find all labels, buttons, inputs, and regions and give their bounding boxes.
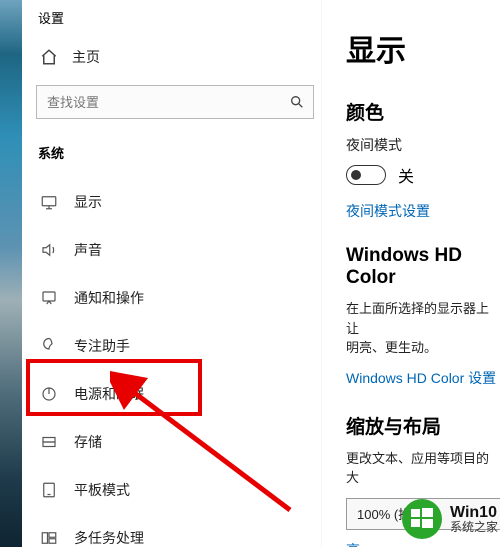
section-label-system: 系统	[30, 133, 321, 178]
search-input-container[interactable]	[36, 85, 314, 119]
sidebar-item-label: 通知和操作	[74, 288, 313, 308]
content-pane: 显示 颜色 夜间模式 关 夜间模式设置 Windows HD Color 在上面…	[322, 0, 500, 547]
night-mode-label: 夜间模式	[346, 135, 500, 155]
sidebar-item-sound[interactable]: 声音	[30, 226, 321, 274]
sidebar-item-display[interactable]: 显示	[30, 178, 321, 226]
sidebar-item-label: 专注助手	[74, 336, 313, 356]
watermark: Win10 系统之家	[400, 497, 498, 541]
page-title: 显示	[346, 26, 500, 70]
sidebar-item-multitasking[interactable]: 多任务处理	[30, 514, 321, 547]
sidebar-item-tablet-mode[interactable]: 平板模式	[30, 466, 321, 514]
night-mode-toggle[interactable]	[346, 165, 386, 185]
sidebar-item-power-sleep[interactable]: 电源和睡眠	[30, 370, 321, 418]
toggle-state-text: 关	[398, 163, 414, 187]
scale-help: 更改文本、应用等项目的大	[346, 449, 500, 488]
sidebar-item-label: 平板模式	[74, 480, 313, 500]
app-title: 设置	[30, 0, 321, 33]
sidebar-item-label: 多任务处理	[74, 528, 313, 547]
home-icon	[40, 48, 58, 66]
notifications-icon	[40, 289, 58, 307]
search-input[interactable]	[37, 95, 313, 110]
sidebar-item-storage[interactable]: 存储	[30, 418, 321, 466]
hd-color-help: 在上面所选择的显示器上让 明亮、更生动。	[346, 299, 500, 358]
power-icon	[40, 385, 58, 403]
scale-heading: 缩放与布局	[346, 412, 500, 439]
sidebar-item-focus-assist[interactable]: 专注助手	[30, 322, 321, 370]
desktop-wallpaper	[0, 0, 22, 547]
display-icon	[40, 193, 58, 211]
night-mode-settings-link[interactable]: 夜间模式设置	[346, 201, 500, 221]
tablet-icon	[40, 481, 58, 499]
hd-color-heading: Windows HD Color	[346, 245, 500, 289]
sound-icon	[40, 241, 58, 259]
nav-list: 显示 声音 通知和操作	[30, 178, 321, 547]
sidebar-item-label: 显示	[74, 192, 313, 212]
focus-assist-icon	[40, 337, 58, 355]
watermark-line1: Win10	[450, 504, 498, 522]
win10-logo-icon	[400, 497, 444, 541]
sidebar-item-label: 声音	[74, 240, 313, 260]
color-heading: 颜色	[346, 98, 500, 125]
hd-color-settings-link[interactable]: Windows HD Color 设置	[346, 368, 500, 388]
sidebar-home-label: 主页	[72, 47, 100, 67]
multitasking-icon	[40, 529, 58, 547]
settings-window: 设置 主页	[22, 0, 500, 547]
watermark-line2: 系统之家	[450, 521, 498, 534]
app-title-text: 设置	[38, 8, 64, 27]
sidebar-item-notifications[interactable]: 通知和操作	[30, 274, 321, 322]
sidebar-item-label: 存储	[74, 432, 313, 452]
storage-icon	[40, 433, 58, 451]
sidebar-item-label: 电源和睡眠	[74, 384, 313, 404]
sidebar-item-home[interactable]: 主页	[30, 33, 321, 81]
sidebar: 设置 主页	[22, 0, 322, 547]
search-icon	[289, 94, 305, 110]
